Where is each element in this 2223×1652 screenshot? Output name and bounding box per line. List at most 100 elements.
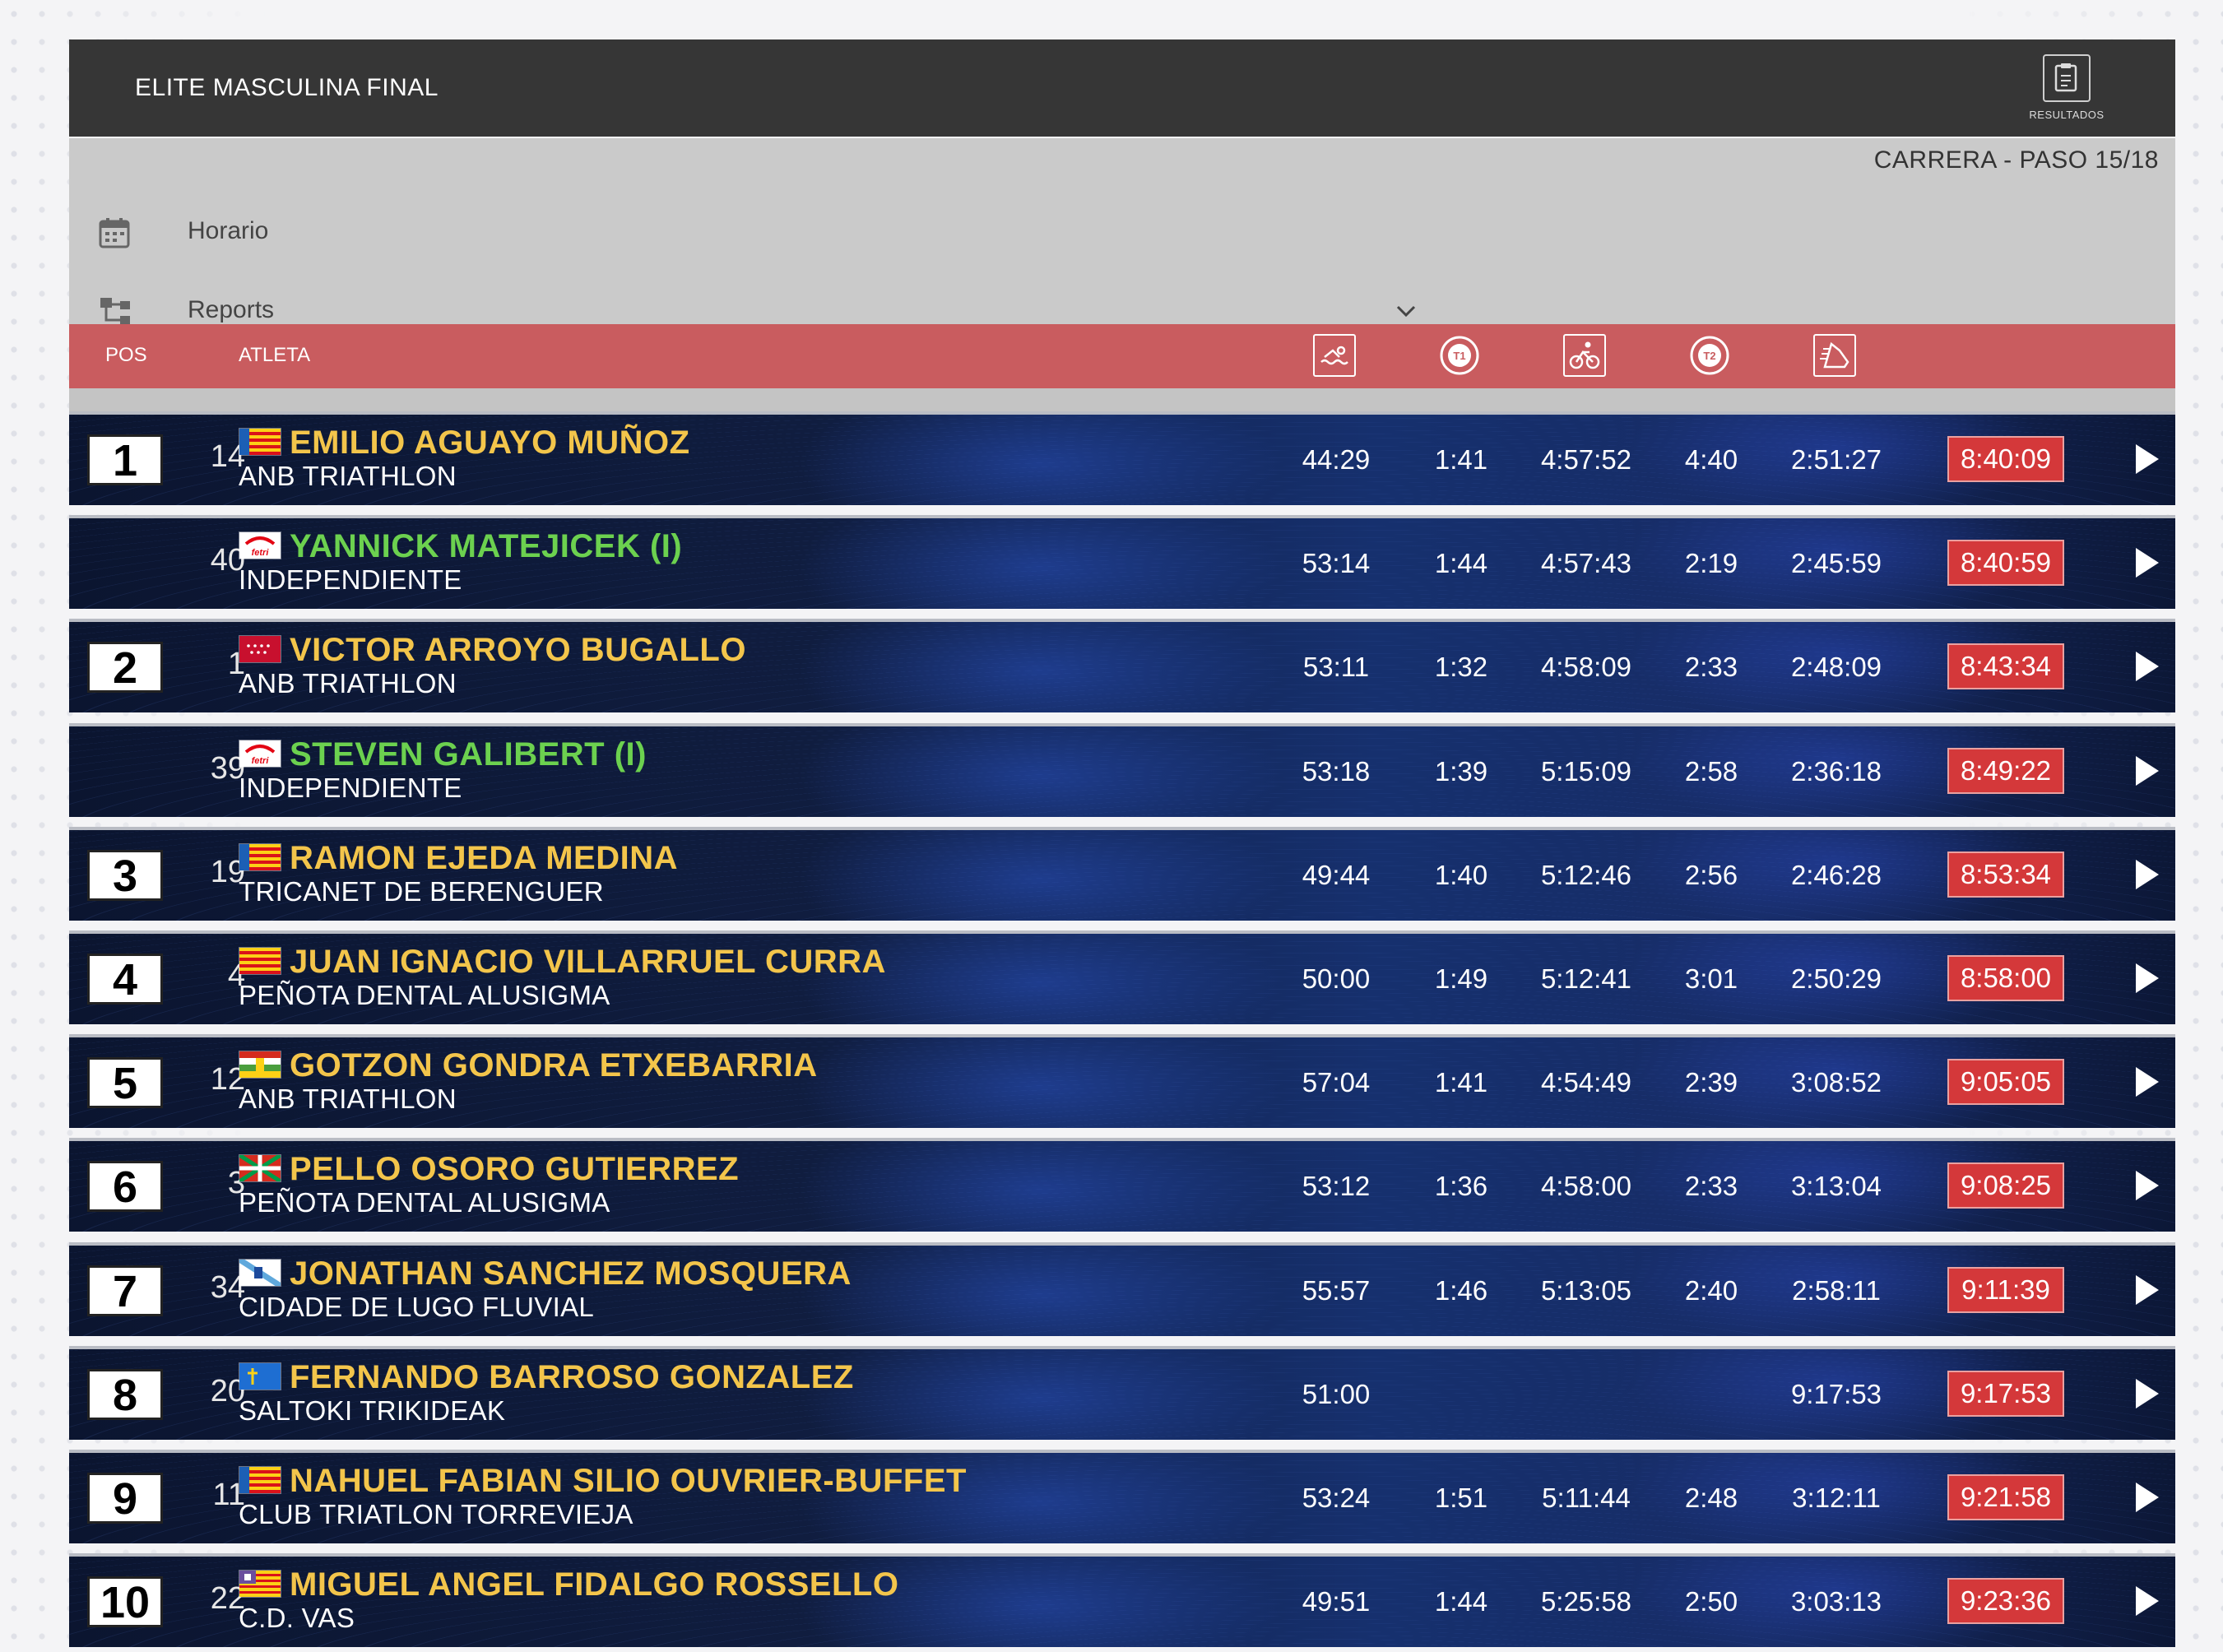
total-time: 8:40:09 xyxy=(1947,436,2064,482)
menu-item-horario[interactable]: Horario xyxy=(69,206,1468,255)
results-panel: ELITE MASCULINA FINAL RESULTADOS CARRERA… xyxy=(69,39,2175,1652)
table-row[interactable]: 4 4 JUAN IGNACIO VILLARRUEL CURRA PEÑOTA DE… xyxy=(69,930,2175,1024)
play-icon[interactable] xyxy=(2136,1067,2159,1097)
split-t1: 1:49 xyxy=(1434,963,1488,994)
split-run: 2:46:28 xyxy=(1790,859,1882,890)
bib-number: 1 xyxy=(227,647,245,682)
total-time: 8:53:34 xyxy=(1947,851,2064,898)
total-time: 8:49:22 xyxy=(1947,747,2064,794)
play-icon[interactable] xyxy=(2136,1171,2159,1201)
calendar-icon xyxy=(99,217,130,253)
menu-label-reports: Reports xyxy=(188,296,275,323)
table-row[interactable]: 8 20 FERNANDO BARROSO GONZALEZ SALTOKI TRIK… xyxy=(69,1345,2175,1440)
table-row[interactable]: 10 22 MIGUEL ANGEL FIDALGO ROSSELLO C.D. VA… xyxy=(69,1553,2175,1648)
bike-icon[interactable] xyxy=(1563,334,1606,377)
svg-text:fetri: fetri xyxy=(252,548,270,558)
split-bike: 4:57:43 xyxy=(1540,548,1632,579)
total-time: 9:05:05 xyxy=(1947,1059,2064,1106)
split-t1: 1:32 xyxy=(1434,652,1488,683)
split-bike: 4:57:52 xyxy=(1540,444,1632,475)
athlete-club: ANB TRIATHLON xyxy=(239,461,457,491)
play-icon[interactable] xyxy=(2136,1483,2159,1512)
split-t2: 3:01 xyxy=(1684,963,1738,994)
valencia-flag-icon xyxy=(239,428,281,456)
table-row[interactable]: 7 34 JONATHAN SANCHEZ MOSQUERA CIDADE DE LU… xyxy=(69,1241,2175,1336)
bib-number: 22 xyxy=(210,1581,245,1617)
position-badge: 4 xyxy=(87,954,163,1005)
split-swim: 49:51 xyxy=(1302,1586,1371,1617)
play-icon[interactable] xyxy=(2136,1378,2159,1408)
total-time: 9:21:58 xyxy=(1947,1474,2064,1520)
table-row[interactable]: 1 14 EMILIO AGUAYO MUÑOZ ANB TRIATHLON 44:29… xyxy=(69,411,2175,505)
play-icon[interactable] xyxy=(2136,444,2159,474)
column-pos[interactable]: POS xyxy=(105,344,147,367)
split-swim: 57:04 xyxy=(1302,1067,1371,1098)
athlete-name[interactable]: FERNANDO BARROSO GONZALEZ xyxy=(290,1359,854,1396)
t2-icon[interactable]: T2 xyxy=(1688,334,1731,377)
t1-icon[interactable]: T1 xyxy=(1438,334,1481,377)
split-swim: 53:12 xyxy=(1302,1171,1371,1202)
split-bike: 5:12:46 xyxy=(1540,859,1632,890)
table-row[interactable]: 3 19 RAMON EJEDA MEDINA TRICANET DE BERENGU… xyxy=(69,826,2175,921)
swim-icon[interactable] xyxy=(1313,334,1356,377)
play-icon[interactable] xyxy=(2136,652,2159,682)
table-row[interactable]: 39 fetri STEVEN GALIBERT (I) INDEPENDIENTE 5… xyxy=(69,722,2175,817)
table-row[interactable]: 40 fetri YANNICK MATEJICEK (I) INDEPENDIENT… xyxy=(69,515,2175,610)
athlete-club: PEÑOTA DENTAL ALUSIGMA xyxy=(239,980,610,1010)
table-row[interactable]: 6 3 PELLO OSORO GUTIERREZ PEÑOTA DENTAL ALU… xyxy=(69,1138,2175,1232)
position-badge: 5 xyxy=(87,1057,163,1109)
position-badge: 7 xyxy=(87,1265,163,1316)
split-run: 2:58:11 xyxy=(1792,1274,1881,1306)
menu-label-horario: Horario xyxy=(188,217,269,244)
madrid-flag-icon xyxy=(239,635,281,664)
results-button[interactable]: RESULTADOS xyxy=(2021,54,2113,121)
position-badge: 6 xyxy=(87,1161,163,1213)
athlete-name[interactable]: MIGUEL ANGEL FIDALGO ROSSELLO xyxy=(290,1566,898,1603)
chevron-down-icon[interactable] xyxy=(1395,304,1417,322)
play-icon[interactable] xyxy=(2136,963,2159,993)
split-t1: 1:44 xyxy=(1434,548,1488,579)
athlete-name[interactable]: JONATHAN SANCHEZ MOSQUERA xyxy=(290,1255,852,1292)
svg-text:T2: T2 xyxy=(1703,350,1715,362)
split-bike: 5:25:58 xyxy=(1540,1586,1632,1617)
split-swim: 53:14 xyxy=(1302,548,1371,579)
split-t2: 2:50 xyxy=(1684,1586,1738,1617)
athlete-name[interactable]: VICTOR ARROYO BUGALLO xyxy=(290,632,746,669)
split-run: 3:03:13 xyxy=(1790,1586,1882,1617)
split-t1: 1:41 xyxy=(1434,444,1488,475)
athlete-name[interactable]: PELLO OSORO GUTIERREZ xyxy=(290,1151,739,1188)
run-icon[interactable] xyxy=(1813,334,1856,377)
athlete-name[interactable]: NAHUEL FABIAN SILIO OUVRIER-BUFFET xyxy=(290,1463,967,1500)
position-badge: 9 xyxy=(87,1473,163,1524)
position-badge: 3 xyxy=(87,849,163,901)
athlete-name[interactable]: JUAN IGNACIO VILLARRUEL CURRA xyxy=(290,944,886,981)
table-row[interactable]: 5 12 GOTZON GONDRA ETXEBARRIA ANB TRIATHLON… xyxy=(69,1034,2175,1129)
play-icon[interactable] xyxy=(2136,755,2159,786)
column-athlete[interactable]: ATLETA xyxy=(239,344,310,367)
athlete-name[interactable]: YANNICK MATEJICEK (I) xyxy=(290,528,682,565)
play-icon[interactable] xyxy=(2136,1274,2159,1305)
play-icon[interactable] xyxy=(2136,859,2159,889)
position-badge: 10 xyxy=(87,1576,163,1628)
catalonia-flag-icon xyxy=(239,947,281,975)
athlete-name[interactable]: RAMON EJEDA MEDINA xyxy=(290,840,678,877)
split-swim: 53:18 xyxy=(1302,755,1371,787)
total-time: 9:08:25 xyxy=(1947,1162,2064,1209)
total-time: 9:11:39 xyxy=(1947,1266,2064,1313)
play-icon[interactable] xyxy=(2136,1586,2159,1617)
play-icon[interactable] xyxy=(2136,548,2159,578)
valencia-flag-icon xyxy=(239,842,281,871)
split-swim: 51:00 xyxy=(1302,1378,1371,1409)
athlete-name[interactable]: GOTZON GONDRA ETXEBARRIA xyxy=(290,1047,818,1084)
table-row[interactable]: 9 11 NAHUEL FABIAN SILIO OUVRIER-BUFFET CLU… xyxy=(69,1450,2175,1543)
athlete-name[interactable]: STEVEN GALIBERT (I) xyxy=(290,736,647,773)
bib-number: 3 xyxy=(227,1166,245,1201)
split-t2: 2:19 xyxy=(1684,548,1738,579)
total-time: 9:17:53 xyxy=(1947,1370,2064,1417)
table-row[interactable]: 2 1 VICTOR ARROYO BUGALLO ANB TRIATHLON 53:1… xyxy=(69,619,2175,713)
athlete-club: TRICANET DE BERENGUER xyxy=(239,875,604,907)
athlete-club: C.D. VAS xyxy=(239,1603,355,1634)
athlete-name[interactable]: EMILIO AGUAYO MUÑOZ xyxy=(290,425,690,462)
asturias-flag-icon xyxy=(239,1362,281,1390)
split-run: 3:13:04 xyxy=(1790,1171,1882,1202)
